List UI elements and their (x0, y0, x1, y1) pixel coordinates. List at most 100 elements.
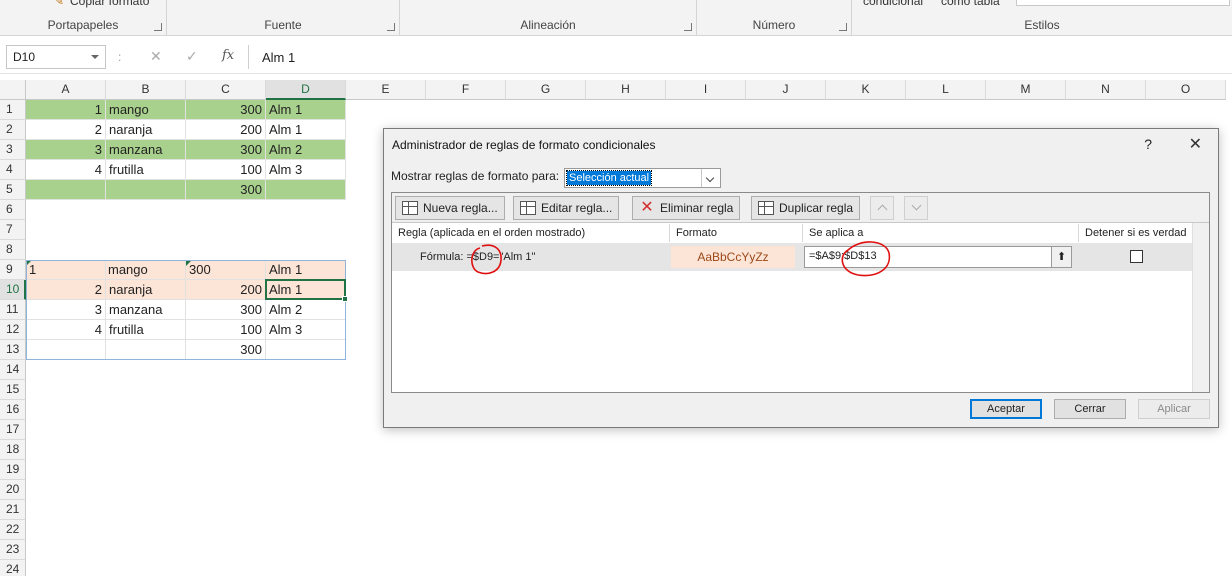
select-all-button[interactable] (0, 80, 26, 100)
column-header-k[interactable]: K (826, 80, 906, 100)
move-down-button[interactable] (904, 196, 928, 220)
column-header-f[interactable]: F (426, 80, 506, 100)
column-header-g[interactable]: G (506, 80, 586, 100)
column-header-applies-to[interactable]: Se aplica a (803, 224, 1079, 242)
move-up-button[interactable] (870, 196, 894, 220)
cell-a4[interactable]: 4 (26, 160, 106, 180)
row-header-19[interactable]: 19 (0, 460, 26, 480)
cell-b2[interactable]: naranja (106, 120, 186, 140)
column-header-o[interactable]: O (1146, 80, 1226, 100)
row-header-6[interactable]: 6 (0, 200, 26, 220)
edit-rule-button[interactable]: Editar regla... (513, 196, 620, 220)
column-header-e[interactable]: E (346, 80, 426, 100)
check-icon[interactable]: ✓ (186, 48, 198, 65)
range-picker-icon[interactable]: ⬆ (1051, 247, 1071, 267)
cell-b5[interactable] (106, 180, 186, 200)
dialog-launcher-icon[interactable] (154, 23, 162, 31)
row-header-3[interactable]: 3 (0, 140, 26, 160)
row-header-2[interactable]: 2 (0, 120, 26, 140)
cell-a3[interactable]: 3 (26, 140, 106, 160)
column-header-format[interactable]: Formato (670, 224, 803, 242)
cell-b4[interactable]: frutilla (106, 160, 186, 180)
column-header-h[interactable]: H (586, 80, 666, 100)
cell-d3[interactable]: Alm 2 (266, 140, 346, 160)
insert-function-icon[interactable]: fx (222, 48, 234, 63)
column-header-b[interactable]: B (106, 80, 186, 100)
column-header-rule[interactable]: Regla (aplicada en el orden mostrado) (392, 224, 670, 242)
column-header-d[interactable]: D (266, 80, 346, 100)
help-button[interactable]: ? (1144, 136, 1152, 152)
column-header-a[interactable]: A (26, 80, 106, 100)
dialog-launcher-icon[interactable] (387, 23, 395, 31)
column-header-n[interactable]: N (1066, 80, 1146, 100)
cell-c3[interactable]: 300 (186, 140, 266, 160)
row-header-20[interactable]: 20 (0, 480, 26, 500)
duplicate-rule-button[interactable]: Duplicar regla (751, 196, 861, 220)
delete-rule-button[interactable]: ✕ Eliminar regla (632, 196, 741, 220)
row-header-9[interactable]: 9 (0, 260, 26, 280)
column-header-m[interactable]: M (986, 80, 1066, 100)
stop-if-true-checkbox[interactable] (1130, 250, 1143, 263)
row-header-1[interactable]: 1 (0, 100, 26, 120)
new-rule-label: Nueva regla... (423, 201, 498, 215)
row-header-16[interactable]: 16 (0, 400, 26, 420)
new-rule-button[interactable]: Nueva regla... (395, 196, 505, 220)
row-header-12[interactable]: 12 (0, 320, 26, 340)
cell-d1[interactable]: Alm 1 (266, 100, 346, 120)
group-alignment: Alineación (400, 0, 697, 36)
row-header-15[interactable]: 15 (0, 380, 26, 400)
row-header-10[interactable]: 10 (0, 280, 26, 300)
row-header-8[interactable]: 8 (0, 240, 26, 260)
column-header-l[interactable]: L (906, 80, 986, 100)
apply-button[interactable]: Aplicar (1138, 399, 1210, 419)
chevron-down-icon[interactable] (701, 169, 720, 187)
cell-b3[interactable]: manzana (106, 140, 186, 160)
row-header-11[interactable]: 11 (0, 300, 26, 320)
row-header-5[interactable]: 5 (0, 180, 26, 200)
cancel-icon[interactable]: ✕ (150, 48, 162, 65)
cell-c5[interactable]: 300 (186, 180, 266, 200)
row-header-17[interactable]: 17 (0, 420, 26, 440)
row-header-14[interactable]: 14 (0, 360, 26, 380)
ribbon: Copiar formato ✎ condicional como tabla … (0, 0, 1232, 36)
close-button[interactable]: ✕ (1189, 134, 1202, 154)
cell-a5[interactable] (26, 180, 106, 200)
rule-row[interactable]: Fórmula: =$D9="Alm 1" AaBbCcYyZz =$A$9:$… (392, 243, 1192, 271)
group-label: Portapapeles (47, 18, 119, 32)
row-header-23[interactable]: 23 (0, 540, 26, 560)
row-header-24[interactable]: 24 (0, 560, 26, 576)
row-header-13[interactable]: 13 (0, 340, 26, 360)
row-header-7[interactable]: 7 (0, 220, 26, 240)
cell-d2[interactable]: Alm 1 (266, 120, 346, 140)
cell-b1[interactable]: mango (106, 100, 186, 120)
rules-scrollbar[interactable] (1192, 223, 1209, 392)
name-box[interactable]: D10 (6, 45, 106, 69)
dialog-launcher-icon[interactable] (839, 23, 847, 31)
column-header-stop-if-true[interactable]: Detener si es verdad (1079, 224, 1192, 242)
formula-bar-splitter[interactable]: : (118, 50, 121, 64)
column-header-i[interactable]: I (666, 80, 746, 100)
divider (248, 45, 249, 69)
applies-to-input[interactable]: =$A$9:$D$13 ⬆ (804, 246, 1072, 268)
cell-c2[interactable]: 200 (186, 120, 266, 140)
cell-c1[interactable]: 300 (186, 100, 266, 120)
dialog-launcher-icon[interactable] (684, 23, 692, 31)
cell-d5[interactable] (266, 180, 346, 200)
cell-c4[interactable]: 100 (186, 160, 266, 180)
row-header-21[interactable]: 21 (0, 500, 26, 520)
close-dialog-button[interactable]: Cerrar (1054, 399, 1126, 419)
fill-handle[interactable] (342, 296, 348, 302)
formula-input[interactable]: Alm 1 (262, 50, 295, 65)
row-header-4[interactable]: 4 (0, 160, 26, 180)
formula-bar: D10 : ✕ ✓ fx Alm 1 (0, 40, 1232, 74)
row-header-22[interactable]: 22 (0, 520, 26, 540)
cell-a1[interactable]: 1 (26, 100, 106, 120)
cell-a2[interactable]: 2 (26, 120, 106, 140)
cell-d4[interactable]: Alm 3 (266, 160, 346, 180)
accept-button[interactable]: Aceptar (970, 399, 1042, 419)
column-header-j[interactable]: J (746, 80, 826, 100)
row-header-18[interactable]: 18 (0, 440, 26, 460)
chevron-down-icon[interactable] (91, 55, 99, 59)
column-header-c[interactable]: C (186, 80, 266, 100)
show-rules-select[interactable]: Selección actual (564, 168, 721, 188)
